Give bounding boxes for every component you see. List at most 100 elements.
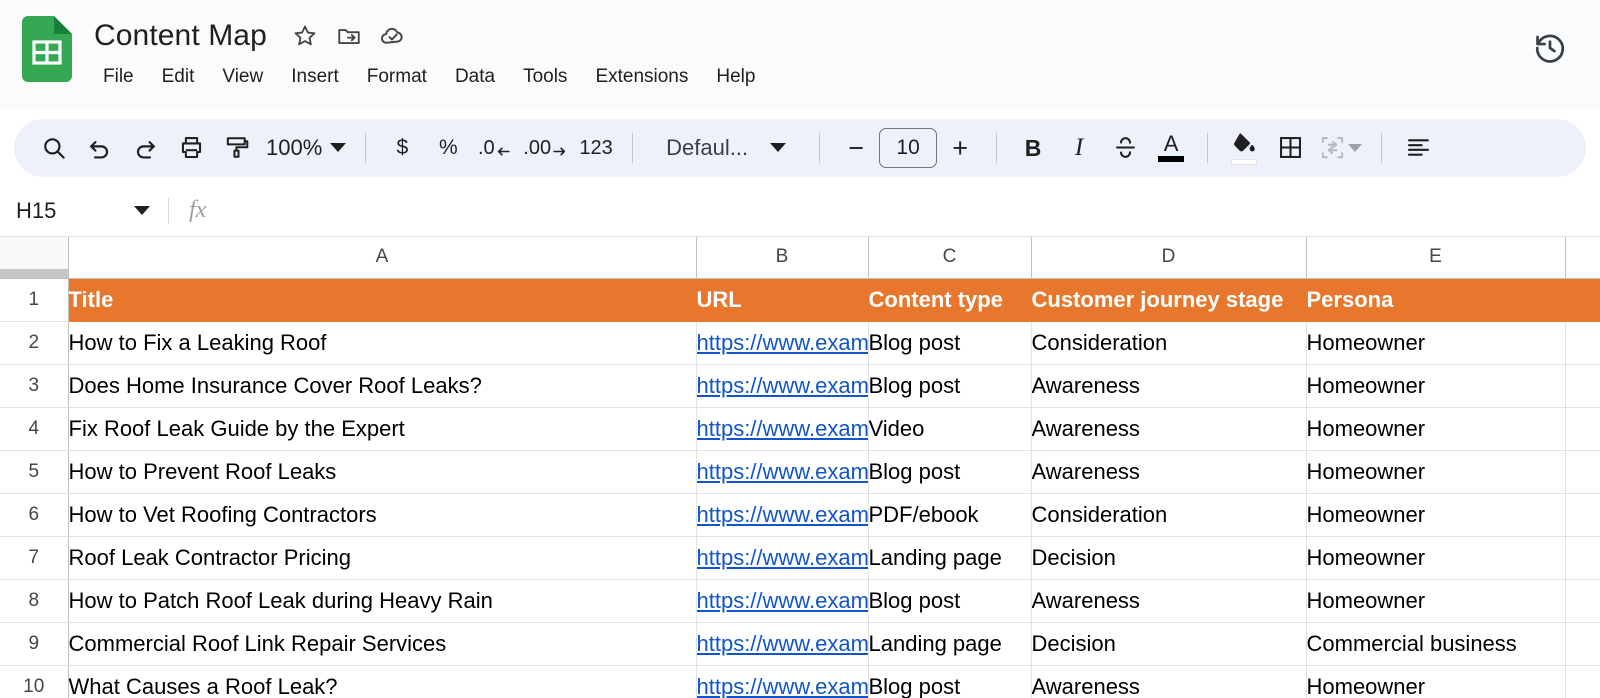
cell-d1[interactable]: Customer journey stage — [1031, 278, 1307, 322]
url-link[interactable]: https://www.example.com — [697, 545, 868, 570]
cell-c5[interactable]: Blog post — [868, 450, 1032, 494]
number-format-button[interactable]: 123 — [573, 125, 619, 171]
cell-d3[interactable]: Awareness — [1031, 364, 1307, 408]
search-icon[interactable] — [30, 125, 76, 171]
menu-item-insert[interactable]: Insert — [277, 60, 353, 94]
cell-c4[interactable]: Video — [868, 407, 1032, 451]
table-row[interactable]: 6 How to Vet Roofing Contractors https:/… — [0, 493, 1600, 537]
menu-item-data[interactable]: Data — [441, 60, 509, 94]
row-header-9[interactable]: 9 — [0, 622, 69, 666]
strikethrough-icon[interactable] — [1102, 125, 1148, 171]
cell-b3[interactable]: https://www.example.com — [696, 364, 869, 408]
currency-format-button[interactable]: $ — [379, 125, 425, 171]
cloud-saved-icon[interactable] — [379, 22, 407, 50]
spreadsheet-grid[interactable]: A B C D E 1 Title URL Content type Custo… — [0, 237, 1600, 698]
fill-color-icon[interactable] — [1221, 125, 1267, 171]
cell-f6[interactable] — [1565, 493, 1600, 537]
url-link[interactable]: https://www.example.com — [697, 631, 868, 656]
cell-f8[interactable] — [1565, 579, 1600, 623]
cell-f3[interactable] — [1565, 364, 1600, 408]
table-row[interactable]: 5 How to Prevent Roof Leaks https://www.… — [0, 450, 1600, 494]
cell-a9[interactable]: Commercial Roof Link Repair Services — [68, 622, 697, 666]
url-link[interactable]: https://www.example.com — [697, 588, 868, 613]
table-row[interactable]: 7 Roof Leak Contractor Pricing https://w… — [0, 536, 1600, 580]
cell-e3[interactable]: Homeowner — [1306, 364, 1566, 408]
url-link[interactable]: https://www.example.com — [697, 459, 868, 484]
cell-f5[interactable] — [1565, 450, 1600, 494]
row-header-6[interactable]: 6 — [0, 493, 69, 537]
menu-item-edit[interactable]: Edit — [148, 60, 209, 94]
row-header-8[interactable]: 8 — [0, 579, 69, 623]
cell-d4[interactable]: Awareness — [1031, 407, 1307, 451]
cell-e5[interactable]: Homeowner — [1306, 450, 1566, 494]
menu-item-extensions[interactable]: Extensions — [581, 60, 702, 94]
cell-f9[interactable] — [1565, 622, 1600, 666]
row-header-3[interactable]: 3 — [0, 364, 69, 408]
cell-d9[interactable]: Decision — [1031, 622, 1307, 666]
horizontal-align-icon[interactable] — [1395, 125, 1441, 171]
zoom-level-dropdown[interactable]: 100% — [260, 126, 352, 170]
text-color-button[interactable]: A — [1148, 125, 1194, 171]
cell-b4[interactable]: https://www.example.com — [696, 407, 869, 451]
decrease-font-size-button[interactable]: − — [833, 125, 879, 171]
paint-format-icon[interactable] — [214, 125, 260, 171]
cell-b2[interactable]: https://www.example.com — [696, 321, 869, 365]
column-header-a[interactable]: A — [68, 237, 697, 279]
cell-d7[interactable]: Decision — [1031, 536, 1307, 580]
table-row[interactable]: 8 How to Patch Roof Leak during Heavy Ra… — [0, 579, 1600, 623]
cell-e4[interactable]: Homeowner — [1306, 407, 1566, 451]
table-row[interactable]: 10 What Causes a Roof Leak? https://www.… — [0, 665, 1600, 698]
cell-a7[interactable]: Roof Leak Contractor Pricing — [68, 536, 697, 580]
cell-c9[interactable]: Landing page — [868, 622, 1032, 666]
menu-item-tools[interactable]: Tools — [509, 60, 581, 94]
redo-icon[interactable] — [122, 125, 168, 171]
select-all-corner[interactable] — [0, 237, 69, 279]
cell-b9[interactable]: https://www.example.com — [696, 622, 869, 666]
url-link[interactable]: https://www.example.com — [697, 373, 868, 398]
cell-a2[interactable]: How to Fix a Leaking Roof — [68, 321, 697, 365]
cell-f10[interactable] — [1565, 665, 1600, 698]
cell-b6[interactable]: https://www.example.com — [696, 493, 869, 537]
menu-item-help[interactable]: Help — [702, 60, 769, 94]
cell-c10[interactable]: Blog post — [868, 665, 1032, 698]
cell-a8[interactable]: How to Patch Roof Leak during Heavy Rain — [68, 579, 697, 623]
cell-a5[interactable]: How to Prevent Roof Leaks — [68, 450, 697, 494]
cell-a3[interactable]: Does Home Insurance Cover Roof Leaks? — [68, 364, 697, 408]
increase-decimal-button[interactable]: .00 — [517, 125, 573, 171]
row-header-4[interactable]: 4 — [0, 407, 69, 451]
percent-format-button[interactable]: % — [425, 125, 471, 171]
cell-a1[interactable]: Title — [68, 278, 697, 322]
cell-b7[interactable]: https://www.example.com — [696, 536, 869, 580]
cell-c8[interactable]: Blog post — [868, 579, 1032, 623]
cell-f1[interactable] — [1565, 278, 1600, 322]
row-header-10[interactable]: 10 — [0, 665, 69, 698]
undo-icon[interactable] — [76, 125, 122, 171]
font-size-input[interactable]: 10 — [879, 127, 938, 168]
formula-input[interactable] — [226, 185, 1600, 236]
cell-c1[interactable]: Content type — [868, 278, 1032, 322]
move-to-folder-icon[interactable] — [335, 22, 363, 50]
url-link[interactable]: https://www.example.com — [697, 674, 868, 698]
menu-item-view[interactable]: View — [208, 60, 277, 94]
row-header-5[interactable]: 5 — [0, 450, 69, 494]
row-header-1[interactable]: 1 — [0, 278, 69, 322]
menu-item-file[interactable]: File — [94, 60, 148, 94]
column-header-d[interactable]: D — [1031, 237, 1307, 279]
cell-a10[interactable]: What Causes a Roof Leak? — [68, 665, 697, 698]
cell-c3[interactable]: Blog post — [868, 364, 1032, 408]
cell-b1[interactable]: URL — [696, 278, 869, 322]
cell-c6[interactable]: PDF/ebook — [868, 493, 1032, 537]
cell-e8[interactable]: Homeowner — [1306, 579, 1566, 623]
cell-c2[interactable]: Blog post — [868, 321, 1032, 365]
cell-e2[interactable]: Homeowner — [1306, 321, 1566, 365]
bold-button[interactable]: B — [1010, 125, 1056, 171]
table-row[interactable]: 2 How to Fix a Leaking Roof https://www.… — [0, 321, 1600, 365]
table-row[interactable]: 9 Commercial Roof Link Repair Services h… — [0, 622, 1600, 666]
cell-d2[interactable]: Consideration — [1031, 321, 1307, 365]
row-header-2[interactable]: 2 — [0, 321, 69, 365]
cell-e10[interactable]: Homeowner — [1306, 665, 1566, 698]
cell-c7[interactable]: Landing page — [868, 536, 1032, 580]
print-icon[interactable] — [168, 125, 214, 171]
merge-cells-icon[interactable] — [1313, 125, 1368, 171]
column-header-e[interactable]: E — [1306, 237, 1566, 279]
